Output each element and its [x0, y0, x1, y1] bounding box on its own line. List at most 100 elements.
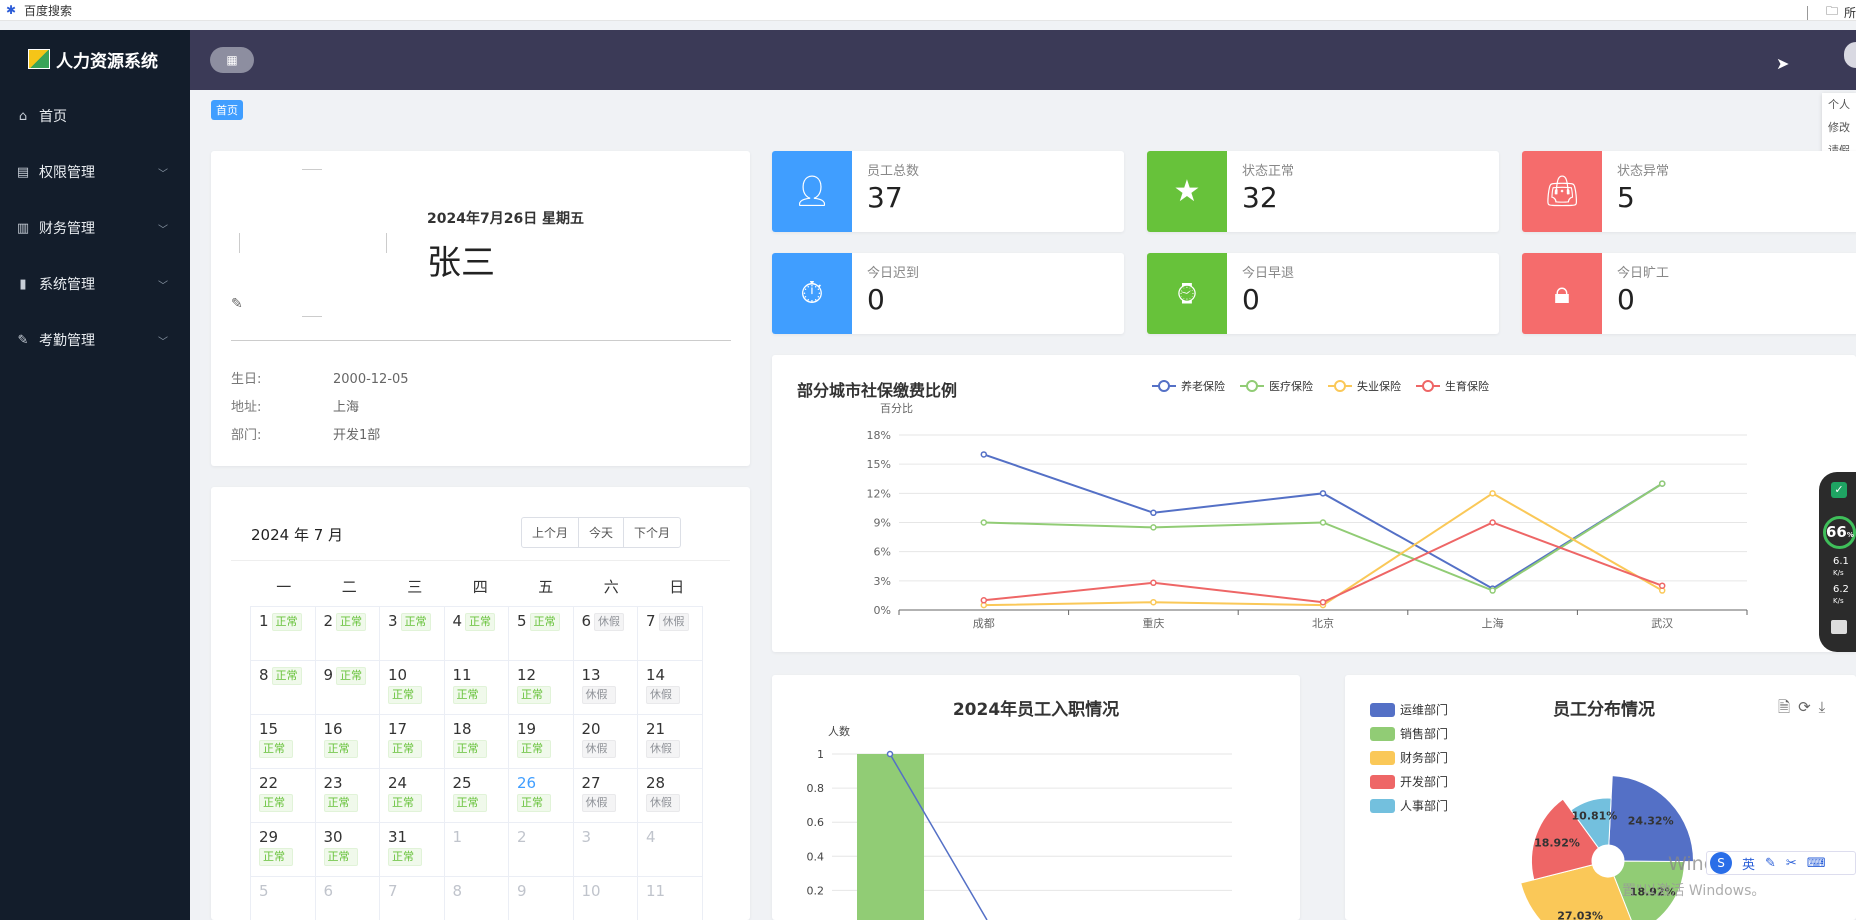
legend-marker[interactable] — [1422, 380, 1434, 392]
calendar-day[interactable]: 24 正常 — [379, 768, 445, 823]
data-point[interactable] — [1658, 480, 1666, 487]
calendar-day[interactable]: 31 正常 — [379, 822, 445, 877]
calendar-day[interactable]: 9 正常 — [314, 660, 380, 715]
calendar-day[interactable]: 28 休假 — [637, 768, 703, 823]
data-point[interactable] — [1489, 490, 1496, 497]
menu-toggle-button[interactable]: ▦ — [210, 47, 254, 73]
calendar-day[interactable]: 5 正常 — [508, 606, 574, 661]
browser-tab-title[interactable]: 百度搜索 — [24, 2, 72, 19]
data-point[interactable] — [1319, 598, 1327, 606]
calendar-day[interactable]: 18 正常 — [443, 714, 509, 769]
calendar-day[interactable]: 25 正常 — [443, 768, 509, 823]
stat-card-early-leave[interactable]: ⌚︎ 今日早退 0 — [1147, 253, 1499, 334]
calendar-day[interactable]: 17 正常 — [379, 714, 445, 769]
data-point[interactable] — [1319, 490, 1327, 497]
data-point[interactable] — [1150, 598, 1157, 606]
calendar-day[interactable]: 11 — [637, 876, 703, 920]
calendar-day[interactable]: 10 — [572, 876, 638, 920]
calendar-day[interactable]: 1 — [443, 822, 509, 877]
data-point[interactable] — [1489, 519, 1496, 526]
ime-toolbar[interactable]: S 英 ✎ ✂ ⌨ — [1706, 851, 1856, 875]
folder-icon[interactable]: 🗀 — [1826, 2, 1838, 23]
calendar-day[interactable]: 7 — [379, 876, 445, 920]
data-point[interactable] — [1319, 519, 1327, 526]
calendar-day[interactable]: 5 — [250, 876, 316, 920]
calendar-day[interactable]: 12 正常 — [508, 660, 574, 715]
ime-mode[interactable]: 英 — [1742, 854, 1755, 873]
calendar-day[interactable]: 19 正常 — [508, 714, 574, 769]
calendar-day[interactable]: 10 正常 — [379, 660, 445, 715]
legend-marker[interactable] — [1158, 380, 1170, 392]
today-button[interactable]: 今天 — [578, 518, 623, 547]
calendar-day[interactable]: 3 正常 — [379, 606, 445, 661]
sidebar-item-finance[interactable]: ▥ 财务管理 ﹀ — [0, 200, 190, 256]
calendar-day[interactable]: 16 正常 — [314, 714, 380, 769]
stat-card-abnormal[interactable]: 👜︎ 状态异常 5 — [1522, 151, 1856, 232]
stat-card-normal[interactable]: ★ 状态正常 32 — [1147, 151, 1499, 232]
stat-card-total[interactable]: 👤︎ 员工总数 37 — [772, 151, 1124, 232]
bookmark-label[interactable]: 所 — [1844, 4, 1856, 21]
scissors-icon[interactable]: ✂ — [1786, 856, 1797, 871]
calendar-day[interactable]: 20 休假 — [572, 714, 638, 769]
sidebar-toggle-icon[interactable] — [1806, 5, 1808, 20]
calendar-day[interactable]: 29 正常 — [250, 822, 316, 877]
prev-month-button[interactable]: 上个月 — [522, 518, 578, 547]
calendar-day[interactable]: 30 正常 — [314, 822, 380, 877]
stat-card-late[interactable]: ⏱︎ 今日迟到 0 — [772, 253, 1124, 334]
sidebar-item-permissions[interactable]: ▤ 权限管理 ﹀ — [0, 144, 190, 200]
calendar-day[interactable]: 6 — [314, 876, 380, 920]
data-point[interactable] — [1150, 524, 1157, 531]
stat-card-absent[interactable]: 🔒︎ 今日旷工 0 — [1522, 253, 1856, 334]
system-monitor-widget[interactable]: ✓ 66% 6.1 K/s 6.2 K/s — [1819, 472, 1856, 652]
bar[interactable] — [857, 754, 924, 920]
sidebar-item-system[interactable]: ▮ 系统管理 ﹀ — [0, 256, 190, 312]
calendar-day[interactable]: 4 — [637, 822, 703, 877]
sidebar-item-home[interactable]: ⌂ 首页 — [0, 88, 190, 144]
calendar-day[interactable]: 1 正常 — [250, 606, 316, 661]
calendar-day[interactable]: 4 正常 — [443, 606, 509, 661]
app-logo[interactable]: 人力资源系统 — [0, 30, 190, 88]
menu-item-profile[interactable]: 个人 — [1822, 93, 1856, 116]
calendar-day[interactable]: 9 — [508, 876, 574, 920]
legend-label[interactable]: 医疗保险 — [1269, 379, 1313, 393]
data-point[interactable] — [1658, 582, 1666, 589]
breadcrumb-home[interactable]: 首页 — [211, 100, 243, 120]
calendar-day[interactable]: 2 — [508, 822, 574, 877]
avatar[interactable] — [1844, 42, 1856, 68]
calendar-day[interactable]: 21 休假 — [637, 714, 703, 769]
calendar-day[interactable]: 15 正常 — [250, 714, 316, 769]
data-point[interactable] — [1150, 509, 1157, 517]
calendar-day[interactable]: 8 正常 — [250, 660, 316, 715]
data-point[interactable] — [886, 750, 894, 758]
pen-icon[interactable]: ✎ — [1765, 856, 1776, 871]
calendar-day[interactable]: 26 正常 — [508, 768, 574, 823]
calendar-day[interactable]: 14 休假 — [637, 660, 703, 715]
data-point[interactable] — [980, 451, 988, 458]
calendar-day[interactable]: 27 休假 — [572, 768, 638, 823]
legend-label[interactable]: 失业保险 — [1357, 379, 1401, 393]
sidebar-item-attendance[interactable]: ✎ 考勤管理 ﹀ — [0, 312, 190, 368]
legend-marker[interactable] — [1334, 380, 1346, 392]
calendar-day[interactable]: 13 休假 — [572, 660, 638, 715]
calendar-day[interactable]: 23 正常 — [314, 768, 380, 823]
calendar-day[interactable]: 22 正常 — [250, 768, 316, 823]
calendar-day[interactable]: 6 休假 — [572, 606, 638, 661]
calendar-day[interactable]: 8 — [443, 876, 509, 920]
calendar-day[interactable]: 2 正常 — [314, 606, 380, 661]
sogou-icon[interactable]: S — [1710, 852, 1732, 874]
edit-icon[interactable]: ✎ — [231, 296, 243, 312]
data-point[interactable] — [980, 597, 988, 604]
next-month-button[interactable]: 下个月 — [623, 518, 680, 547]
keyboard-icon[interactable]: ⌨ — [1807, 856, 1826, 871]
calendar-day[interactable]: 11 正常 — [443, 660, 509, 715]
legend-label[interactable]: 养老保险 — [1181, 379, 1225, 393]
data-point[interactable] — [1150, 579, 1157, 587]
menu-item-password[interactable]: 修改 — [1822, 116, 1856, 139]
data-point[interactable] — [980, 519, 988, 526]
data-point[interactable] — [1489, 587, 1496, 594]
avatar-placeholder[interactable] — [239, 169, 387, 317]
legend-marker[interactable] — [1246, 380, 1258, 392]
calendar-day[interactable]: 3 — [572, 822, 638, 877]
legend-label[interactable]: 生育保险 — [1445, 379, 1489, 393]
calendar-day[interactable]: 7 休假 — [637, 606, 703, 661]
